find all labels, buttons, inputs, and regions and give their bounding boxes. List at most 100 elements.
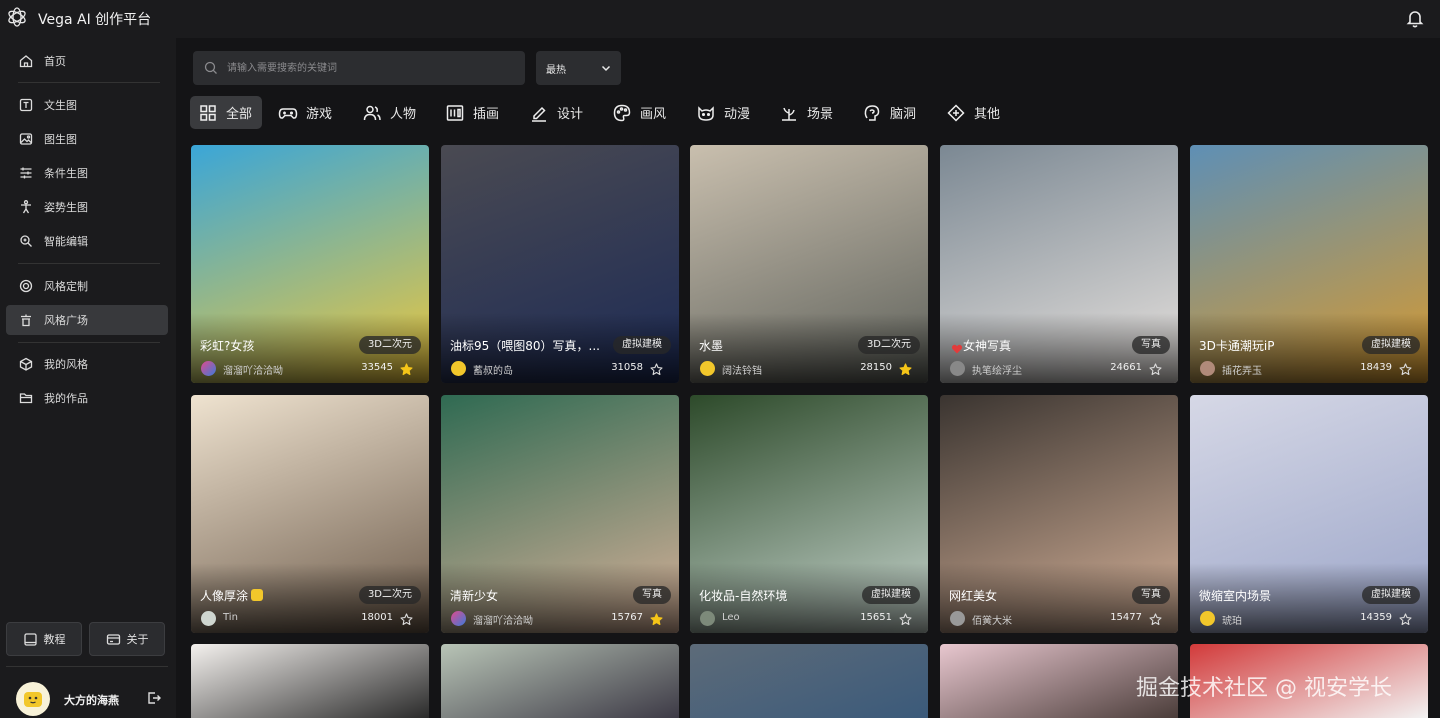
avatar[interactable] [16, 682, 50, 716]
style-card[interactable]: 网红美女 写真 佰黉大米 15477 [940, 395, 1178, 633]
smile-badge-icon [251, 589, 264, 601]
category-design[interactable]: 设计 [529, 96, 583, 129]
card-tag: 写真 [1132, 336, 1170, 354]
logo-icon[interactable] [6, 6, 28, 28]
category-other[interactable]: 其他 [946, 96, 1000, 129]
category-all[interactable]: 全部 [190, 96, 263, 129]
star-icon[interactable] [650, 361, 663, 376]
star-icon[interactable] [1399, 611, 1412, 626]
home-icon [18, 53, 34, 69]
card-count: 14359 [1360, 612, 1392, 623]
style-card[interactable]: 人像厚涂 3D二次元 Tin 18001 [191, 395, 429, 633]
card-count: 18439 [1360, 362, 1392, 373]
sidebar-item-home[interactable]: 首页 [6, 46, 168, 76]
category-label: 设计 [557, 107, 584, 122]
card-author: Tin [223, 612, 238, 623]
style-card[interactable]: 清新少女 写真 溜溜吖洽洽呦 15767 [441, 395, 679, 633]
sidebar-item-label: 风格定制 [44, 280, 88, 293]
heart-icon [951, 340, 963, 354]
star-icon[interactable] [899, 611, 912, 626]
sidebar-item-label: 图生图 [44, 133, 77, 146]
style-card[interactable]: 水墨 3D二次元 阔法铃铛 28150 [690, 145, 928, 383]
style-card-partial[interactable] [441, 644, 679, 718]
sidebar-item-pose[interactable]: 姿势生图 [6, 192, 168, 222]
folder-icon [18, 390, 34, 406]
star-icon[interactable] [1149, 611, 1162, 626]
category-game[interactable]: 游戏 [278, 96, 332, 129]
star-icon[interactable] [650, 611, 663, 626]
logout-icon[interactable] [146, 690, 162, 706]
search-input[interactable] [227, 51, 517, 85]
about-button[interactable]: 关于 [89, 622, 165, 656]
notification-bell-icon[interactable] [1404, 7, 1426, 29]
author-avatar [1200, 361, 1215, 376]
sidebar-item-my-styles[interactable]: 我的风格 [6, 349, 168, 379]
sidebar-item-label: 文生图 [44, 99, 77, 112]
card-title: 人像厚涂 [200, 587, 264, 604]
sidebar-item-style-plaza[interactable]: 风格广场 [6, 305, 168, 335]
user-name: 大方的海燕 [64, 694, 119, 707]
edit-icon [18, 233, 34, 249]
sidebar-item-text-to-image[interactable]: 文生图 [6, 90, 168, 120]
top-bar: Vega AI 创作平台 [0, 0, 1440, 38]
tutorial-button[interactable]: 教程 [6, 622, 82, 656]
star-icon[interactable] [1399, 361, 1412, 376]
card-count: 33545 [361, 362, 393, 373]
card-title: 清新少女 [450, 589, 499, 603]
style-card[interactable]: 微缩室内场景 虚拟建模 琥珀 14359 [1190, 395, 1428, 633]
card-title: 水墨 [699, 339, 724, 353]
style-card-partial[interactable] [191, 644, 429, 718]
category-brain[interactable]: 脑洞 [862, 96, 916, 129]
category-scene[interactable]: 场景 [779, 96, 833, 129]
style-card[interactable]: 3D卡通潮玩iP 虚拟建模 插花弄玉 18439 [1190, 145, 1428, 383]
star-icon[interactable] [400, 361, 413, 376]
sort-select[interactable]: 最热 [536, 51, 621, 85]
category-label: 人物 [390, 107, 417, 122]
category-art-style[interactable]: 画风 [612, 96, 666, 129]
star-icon[interactable] [899, 361, 912, 376]
target-icon [18, 278, 34, 294]
divider [18, 263, 160, 264]
style-card[interactable]: 化妆品-自然环境 虚拟建模 Leo 15651 [690, 395, 928, 633]
category-people[interactable]: 人物 [362, 96, 416, 129]
sidebar-item-label: 我的作品 [44, 392, 88, 405]
style-card[interactable]: 女神写真 写真 执笔绘浮尘 24661 [940, 145, 1178, 383]
style-card[interactable]: 彩虹?女孩 3D二次元 溜溜吖洽洽呦 33545 [191, 145, 429, 383]
sidebar-item-my-works[interactable]: 我的作品 [6, 383, 168, 413]
card-title: 彩虹?女孩 [200, 339, 255, 353]
image-icon [18, 131, 34, 147]
card-tag: 虚拟建模 [1362, 586, 1420, 604]
search-icon [203, 60, 219, 76]
card-author: 插花弄玉 [1222, 366, 1262, 377]
about-label: 关于 [126, 633, 149, 646]
category-anime[interactable]: 动漫 [696, 96, 750, 129]
illustration-icon [445, 103, 465, 123]
sidebar-item-smart-edit[interactable]: 智能编辑 [6, 226, 168, 256]
star-icon[interactable] [400, 611, 413, 626]
style-card-partial[interactable] [690, 644, 928, 718]
star-icon[interactable] [1149, 361, 1162, 376]
sidebar-item-image-to-image[interactable]: 图生图 [6, 124, 168, 154]
style-card[interactable]: 油标95（喂图80）写真，... 虚拟建模 蓄叔的岛 31058 [441, 145, 679, 383]
card-author: 佰黉大米 [972, 616, 1012, 627]
author-avatar [451, 361, 466, 376]
card-tag: 3D二次元 [358, 586, 421, 604]
pen-icon [529, 103, 549, 123]
category-label: 游戏 [306, 107, 333, 122]
category-illustration[interactable]: 插画 [445, 96, 499, 129]
book-icon [23, 632, 38, 647]
card-author: 琥珀 [1222, 616, 1242, 627]
card-title: 微缩室内场景 [1199, 589, 1272, 603]
card-title: 化妆品-自然环境 [699, 589, 788, 603]
sidebar-item-label: 首页 [44, 55, 66, 68]
people-icon [362, 103, 382, 123]
sidebar-item-conditional[interactable]: 条件生图 [6, 158, 168, 188]
card-count: 15767 [611, 612, 643, 623]
sidebar-item-style-custom[interactable]: 风格定制 [6, 271, 168, 301]
author-avatar [201, 361, 216, 376]
category-label: 画风 [640, 107, 667, 122]
sidebar-item-label: 条件生图 [44, 167, 88, 180]
divider [18, 342, 160, 343]
tutorial-label: 教程 [43, 633, 66, 646]
card-title: 油标95（喂图80）写真，... [450, 339, 600, 353]
